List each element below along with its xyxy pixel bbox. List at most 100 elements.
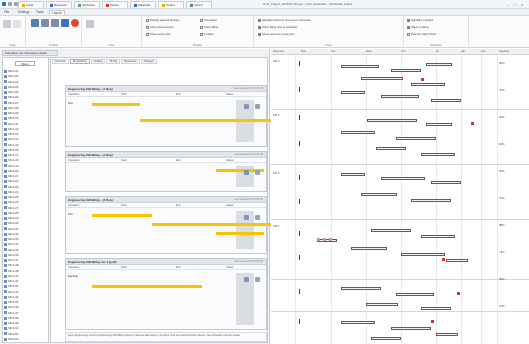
schedule-chart[interactable]: Resource Mon Tue Wed Thu Fri Sat Sun Capacity SR… (271, 49, 529, 344)
zoom-in-icon[interactable] (41, 19, 49, 27)
doc-tab[interactable]: Sched (186, 1, 212, 8)
color-icon[interactable] (71, 19, 79, 27)
delete-icon[interactable] (255, 104, 260, 109)
conflict-pin-icon[interactable] (442, 258, 445, 261)
close-button[interactable]: × (519, 2, 525, 7)
schedule-job-block[interactable] (391, 69, 421, 72)
grid-icon[interactable] (31, 19, 39, 27)
subtab[interactable]: Resources (121, 59, 140, 64)
schedule-job-block[interactable] (341, 91, 365, 94)
conflict-pin-icon[interactable] (471, 122, 474, 125)
schedule-job-block[interactable] (371, 337, 401, 340)
schedule-job-block[interactable] (366, 303, 398, 306)
schedule-job-block[interactable] (396, 137, 436, 140)
duration-bar[interactable] (152, 223, 272, 226)
doc-tab[interactable]: Materials (130, 1, 156, 8)
schedule-job-block[interactable] (341, 287, 381, 290)
edit-icon[interactable] (244, 104, 249, 109)
doc-tab[interactable]: Gantt (18, 1, 44, 8)
check-tooltips[interactable]: Tooltips (200, 32, 213, 36)
schedule-job-block[interactable] (426, 123, 452, 126)
menu-settings[interactable]: Settings (18, 10, 30, 14)
schedule-job-block[interactable] (421, 153, 455, 156)
conflict-pin-icon[interactable] (329, 238, 332, 241)
monitor-icon[interactable] (61, 19, 69, 27)
edit-icon[interactable] (244, 170, 249, 175)
subtab[interactable]: Changes (140, 59, 157, 64)
edit-icon[interactable] (244, 277, 249, 282)
check-agenda[interactable]: Display agenda timeline (146, 18, 180, 22)
conflict-pin-icon[interactable] (431, 320, 434, 323)
schedule-job-block[interactable] (351, 247, 387, 250)
check-highlight-resource[interactable]: Highlight selected resource in schedule (258, 18, 311, 22)
resource-tree[interactable]: Filters SR-4-01 SR-4-02 SR-4-03 SR-4-04 SR-4… (2, 57, 49, 343)
schedule-job-block[interactable] (431, 99, 461, 102)
maximize-button[interactable]: □ (512, 2, 518, 7)
schedule-job-block[interactable] (411, 199, 451, 202)
delete-icon[interactable] (255, 170, 260, 175)
subtab[interactable]: Engineering (69, 59, 90, 64)
schedule-job-block[interactable] (411, 83, 445, 86)
delete-icon[interactable] (255, 215, 260, 220)
save-icon[interactable] (8, 2, 12, 6)
print-icon[interactable] (13, 20, 21, 28)
schedule-job-block[interactable] (381, 177, 425, 180)
schedule-job-block[interactable] (426, 63, 452, 66)
menu-layout[interactable]: Layout (49, 10, 65, 15)
schedule-job-block[interactable] (367, 119, 417, 122)
schedule-job-block[interactable] (317, 239, 337, 242)
schedule-job-block[interactable] (376, 147, 406, 150)
tree-item[interactable]: SR-4-52 (4, 337, 48, 342)
schedule-job-block[interactable] (371, 229, 411, 232)
schedule-job-block[interactable] (381, 95, 419, 98)
highlight-overlaps[interactable]: Highlight overlaps (407, 18, 433, 22)
subtab[interactable]: Overview (52, 59, 69, 64)
duration-bar[interactable] (92, 285, 202, 288)
check-planned[interactable]: Show planned jobs (146, 25, 174, 29)
check-status[interactable]: Job status (200, 18, 217, 22)
schedule-job-block[interactable] (421, 307, 451, 310)
conflict-pin-icon[interactable] (317, 238, 320, 241)
schedule-job-block[interactable] (341, 321, 375, 324)
duration-bar[interactable] (216, 232, 264, 235)
conflict-pin-icon[interactable] (323, 238, 326, 241)
refresh-gantt[interactable]: Refresh Gantt Chart (407, 32, 436, 36)
check-group-pins[interactable]: Show resource group pins (258, 32, 295, 36)
check-setup[interactable]: Show setup jobs (146, 32, 171, 36)
conflict-pin-icon[interactable] (421, 78, 424, 81)
page-icon[interactable] (3, 20, 11, 28)
schedule-job-block[interactable] (396, 293, 434, 296)
schedule-job-block[interactable] (391, 327, 431, 330)
edit-icon[interactable] (244, 215, 249, 220)
zoom-out-icon[interactable] (51, 19, 59, 27)
filter-button[interactable]: Filters (15, 61, 35, 66)
schedule-job-block[interactable] (446, 259, 468, 262)
doc-tab[interactable]: Resource (46, 1, 72, 8)
subtab[interactable]: Costing (90, 59, 106, 64)
minimize-button[interactable]: – (505, 2, 511, 7)
delete-icon[interactable] (255, 277, 260, 282)
doc-tab[interactable]: Orders (158, 1, 184, 8)
check-filling[interactable]: Show filling (200, 25, 218, 29)
doc-tab[interactable]: Workload (74, 1, 100, 8)
menu-tools[interactable]: Tools (36, 10, 43, 14)
schedule-job-block[interactable] (401, 253, 445, 256)
show-conflicts[interactable]: Show conflicts (407, 25, 429, 29)
conflict-pin-icon[interactable] (457, 292, 460, 295)
schedule-job-block[interactable] (341, 131, 375, 134)
schedule-job-block[interactable] (361, 77, 403, 80)
schedule-job-block[interactable] (341, 173, 365, 176)
check-filling-time[interactable]: Show filling time in schedule (258, 25, 297, 29)
schedule-job-block[interactable] (361, 193, 397, 196)
schedule-job-block[interactable] (431, 181, 461, 184)
app-icon[interactable] (2, 2, 6, 6)
schedule-job-block[interactable] (421, 235, 455, 238)
doc-tab[interactable]: Pareto (102, 1, 128, 8)
schedule-job-block[interactable] (436, 333, 458, 336)
duration-bar[interactable] (92, 214, 152, 217)
filter-icon[interactable] (86, 20, 94, 28)
subtab[interactable]: Timing (106, 59, 121, 64)
duration-bar[interactable] (92, 103, 140, 106)
schedule-job-block[interactable] (341, 65, 379, 68)
menu-file[interactable]: File (4, 10, 9, 14)
